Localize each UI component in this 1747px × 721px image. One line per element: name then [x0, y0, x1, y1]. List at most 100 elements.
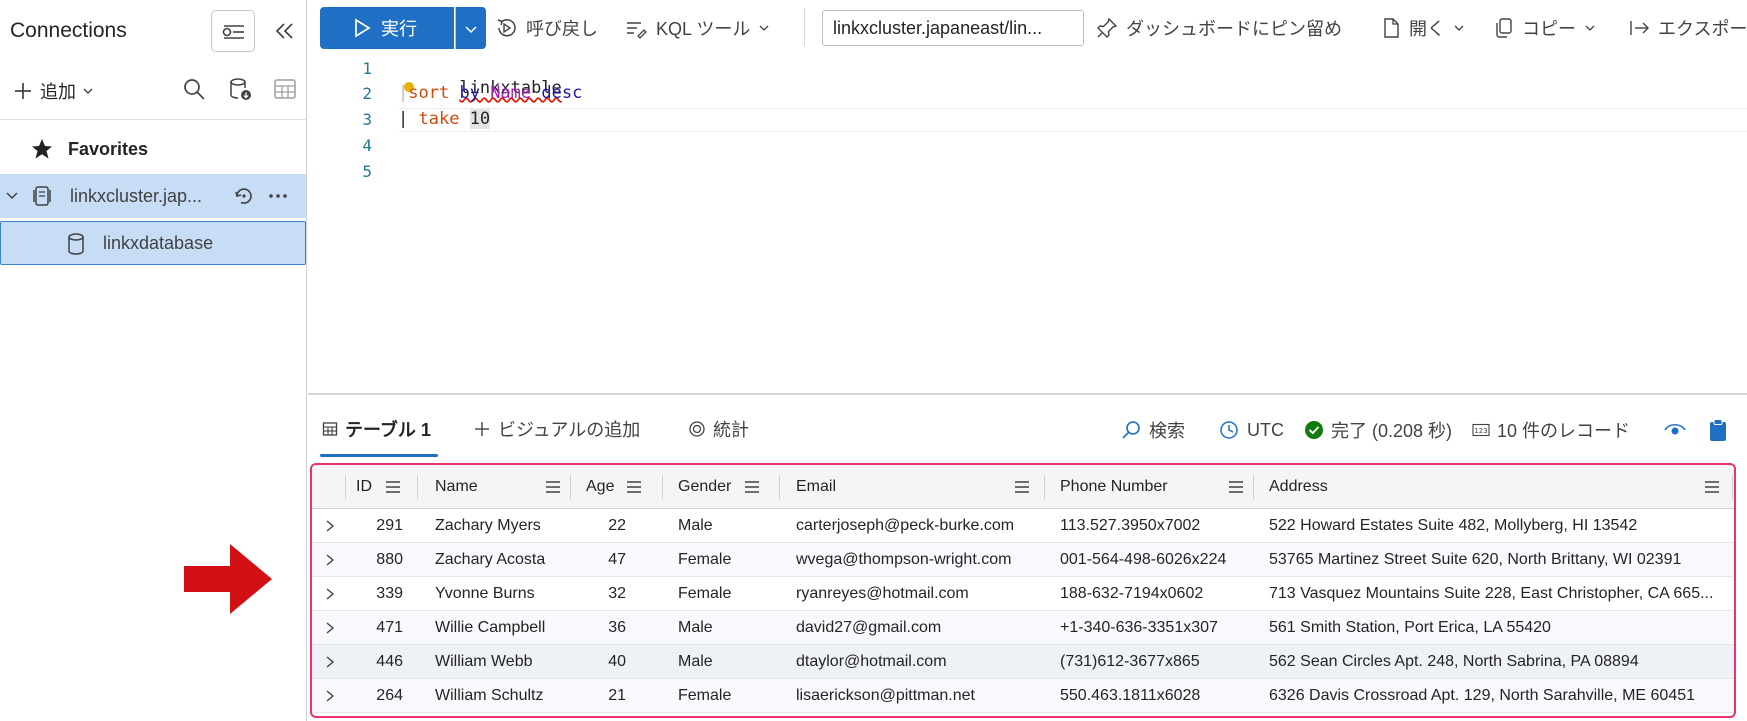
column-separator	[417, 475, 418, 499]
by-keyword: by	[459, 83, 480, 103]
query-toolbar: 実行 呼び戻し KQL ツール linkxcluster.japaneast/l…	[308, 0, 1747, 54]
database-tree-item[interactable]: linkxdatabase	[0, 221, 306, 265]
desc-keyword: desc	[541, 83, 583, 103]
column-separator	[779, 475, 780, 499]
chevron-right-icon[interactable]	[322, 586, 338, 602]
column-header-label: Phone Number	[1060, 478, 1168, 495]
tab-stats[interactable]: 統計	[688, 414, 749, 444]
table-row[interactable]: 291 Zachary Myers 22 Male carterjoseph@p…	[312, 509, 1734, 543]
refresh-icon[interactable]	[232, 184, 256, 208]
chevron-right-icon[interactable]	[322, 552, 338, 568]
export-label: エクスポー	[1658, 19, 1747, 39]
column-menu-icon[interactable]	[1228, 480, 1244, 494]
svg-text:123: 123	[1474, 427, 1487, 435]
column-menu-icon[interactable]	[1704, 480, 1720, 494]
column-header-label: Age	[586, 478, 615, 495]
table-row[interactable]: 446 William Webb 40 Male dtaylor@hotmail…	[312, 645, 1734, 679]
column-header-phone[interactable]: Phone Number	[1060, 465, 1243, 509]
table-icon	[274, 79, 296, 99]
cell-phone: 001-564-498-6026x224	[1060, 551, 1227, 568]
cell-phone: 550.463.1811x6028	[1060, 687, 1201, 704]
cell-name: Zachary Acosta	[435, 551, 546, 568]
query-status: 完了 (0.208 秒)	[1304, 416, 1452, 444]
pin-label: ダッシュボードにピン留め	[1126, 19, 1342, 39]
column-header-label: Name	[435, 478, 478, 495]
timezone-button[interactable]: UTC	[1218, 416, 1284, 444]
collapse-pane-button[interactable]	[270, 16, 300, 46]
visibility-toggle[interactable]	[1663, 416, 1687, 444]
run-options-dropdown[interactable]	[455, 7, 486, 49]
chevron-right-icon[interactable]	[322, 620, 338, 636]
open-menu[interactable]: 開く	[1381, 14, 1465, 42]
column-menu-icon[interactable]	[626, 480, 642, 494]
column-header-name[interactable]: Name	[435, 465, 560, 509]
code-line-2: |sort by Name desc	[398, 83, 583, 103]
add-database-button[interactable]	[227, 76, 253, 102]
stats-label: 統計	[713, 420, 749, 440]
cell-age: 22	[608, 517, 626, 534]
recall-button[interactable]: 呼び戻し	[494, 14, 598, 42]
database-icon	[68, 233, 84, 255]
export-menu[interactable]: エクスポー	[1628, 14, 1747, 42]
copy-menu[interactable]: コピー	[1494, 14, 1596, 42]
table-row[interactable]: 880 Zachary Acosta 47 Female wvega@thomp…	[312, 543, 1734, 577]
column-header-id[interactable]: ID	[356, 465, 400, 509]
sidebar-divider	[0, 119, 307, 120]
cell-id: 471	[376, 619, 403, 636]
column-header-email[interactable]: Email	[796, 465, 1029, 509]
column-menu-icon[interactable]	[545, 480, 561, 494]
column-menu-icon[interactable]	[744, 480, 760, 494]
clipboard-button[interactable]	[1708, 416, 1728, 444]
filter-view-button[interactable]	[211, 10, 255, 52]
column-header-gender[interactable]: Gender	[678, 465, 759, 509]
cluster-context-selector[interactable]: linkxcluster.japaneast/lin...	[822, 10, 1084, 46]
document-icon	[1384, 18, 1399, 38]
stats-icon	[689, 421, 705, 437]
table-row[interactable]: 264 William Schultz 21 Female lisaericks…	[312, 679, 1734, 713]
column-header-address[interactable]: Address	[1269, 465, 1719, 509]
plus-icon	[15, 83, 31, 99]
cell-id: 880	[376, 551, 403, 568]
tab-add-visual[interactable]: ビジュアルの追加	[473, 414, 640, 444]
chevron-down-icon	[1585, 25, 1595, 31]
search-icon	[184, 79, 205, 100]
run-button[interactable]: 実行	[320, 7, 454, 49]
cell-phone: 113.527.3950x7002	[1060, 517, 1201, 534]
chevron-down-icon[interactable]	[5, 189, 19, 203]
pin-to-dashboard-button[interactable]: ダッシュボードにピン留め	[1096, 14, 1342, 42]
column-header-label: ID	[356, 478, 372, 495]
double-chevron-left-icon	[275, 23, 293, 39]
table-view-button[interactable]	[272, 76, 298, 102]
query-editor[interactable]: 1 2 3 4 5 linkxtable |sort by Name desc …	[308, 54, 1747, 394]
success-check-icon	[1305, 421, 1323, 439]
column-header-age[interactable]: Age	[586, 465, 641, 509]
cell-name: Zachary Myers	[435, 517, 541, 534]
tab-table-1[interactable]: テーブル 1	[322, 414, 431, 444]
cell-gender: Male	[678, 653, 713, 670]
cell-address: 522 Howard Estates Suite 482, Mollyberg,…	[1269, 517, 1638, 534]
table-row[interactable]: 471 Willie Campbell 36 Male david27@gmai…	[312, 611, 1734, 645]
chevron-right-icon[interactable]	[322, 688, 338, 704]
favorites-item[interactable]: Favorites	[30, 134, 148, 164]
search-results-button[interactable]: 検索	[1120, 416, 1185, 444]
search-connections-button[interactable]	[181, 76, 207, 102]
column-separator	[1732, 475, 1733, 499]
more-options-icon[interactable]	[266, 184, 290, 208]
database-label: linkxdatabase	[103, 233, 214, 253]
editor-splitter[interactable]	[308, 393, 1747, 395]
kql-tools-icon	[627, 22, 647, 39]
add-connection-button[interactable]: 追加	[12, 76, 94, 106]
code-line-3: | take 10	[398, 109, 491, 129]
cell-id: 291	[376, 517, 403, 534]
records-label: 10 件のレコード	[1497, 421, 1631, 441]
kql-tools-menu[interactable]: KQL ツール	[624, 14, 770, 42]
search-label: 検索	[1149, 421, 1185, 441]
column-menu-icon[interactable]	[1014, 480, 1030, 494]
table-row[interactable]: 339 Yvonne Burns 32 Female ryanreyes@hot…	[312, 577, 1734, 611]
cluster-tree-item[interactable]: linkxcluster.jap...	[0, 174, 306, 218]
column-token: Name	[490, 83, 532, 103]
chevron-right-icon[interactable]	[322, 518, 338, 534]
column-menu-icon[interactable]	[385, 480, 401, 494]
chevron-right-icon[interactable]	[322, 654, 338, 670]
connections-title: Connections	[10, 19, 127, 42]
